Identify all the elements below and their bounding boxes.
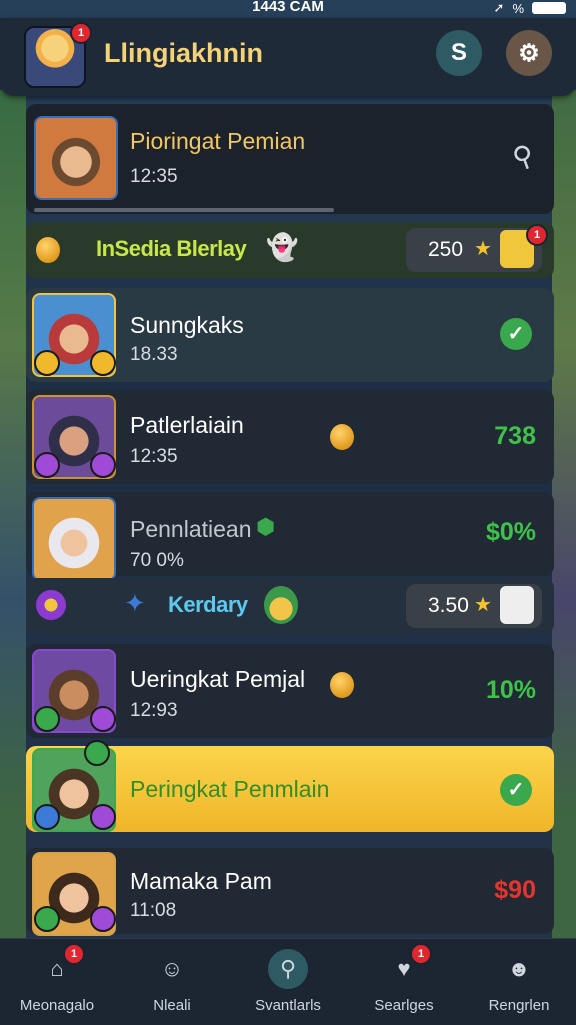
star-icon: ★ (474, 238, 492, 260)
coin-icon (330, 672, 354, 698)
check-icon: ✓ (500, 318, 532, 350)
nav-label: Searlges (374, 997, 434, 1014)
app-header: 1 Llingiakhnin S ⚙ (0, 18, 576, 96)
player-name: Sunngkaks (130, 312, 244, 338)
search-icon[interactable]: ⚲ (508, 137, 539, 175)
player-value: $90 (494, 876, 536, 904)
player-name: Pioringat Pemian (130, 128, 306, 154)
section-banner-2: ✦ Kerdary 3.50 ★ (26, 578, 554, 634)
nav-item-home[interactable]: ⌂ 1 Meonagalo (2, 943, 112, 1014)
ranking-list: Pioringat Pemian 12:35 ⚲ InSedia Blerlay… (24, 100, 556, 938)
star-burst-icon: ✦ (124, 588, 146, 618)
home-icon: ⌂ 1 (37, 943, 85, 989)
character-icon (264, 586, 298, 624)
rank-badge-icon (34, 452, 60, 478)
nav-item-search[interactable]: ⚲ Svantlarls (233, 949, 343, 1014)
section-title-2: Kerdary (168, 592, 248, 617)
heart-icon: ♥ 1 (384, 943, 432, 989)
list-item[interactable]: Pennlatiean 70 0% ⬢ $0% (26, 492, 554, 581)
rank-badge-icon (34, 706, 60, 732)
battery-icon (532, 2, 566, 14)
battery-percent: % (512, 0, 524, 16)
status-time: 1443 CAM (252, 0, 324, 15)
reward-box-icon (500, 586, 534, 624)
settings-button[interactable]: ⚙ (506, 30, 552, 76)
player-value: 738 (494, 422, 536, 450)
player-time: 12:35 (130, 446, 178, 467)
nav-label: Svantlarls (255, 997, 321, 1014)
status-icons: ➚ % (494, 0, 566, 16)
nav-label: Nleali (153, 997, 191, 1014)
medal-icon (36, 590, 66, 620)
background-left-art (0, 90, 26, 940)
player-value: 10% (485, 676, 536, 704)
status-bar: 1443 CAM ➚ % (0, 0, 576, 18)
rank-badge-icon (34, 350, 60, 376)
rank-badge-icon (90, 706, 116, 732)
nav-item-face[interactable]: ☺ Nleali (117, 949, 227, 1014)
face-icon: ☺ (160, 956, 184, 981)
gear-icon: ⚙ (518, 39, 540, 67)
progress-bar (34, 208, 334, 212)
nav-item-profile[interactable]: ☻ Rengrlen (464, 949, 574, 1014)
player-name: Patlerlaiain (130, 412, 244, 438)
player-time: 12:35 (130, 166, 178, 187)
player-name: Mamaka Pam (130, 868, 272, 894)
player-time: 70 0% (130, 550, 184, 571)
nav-badge: 1 (410, 943, 432, 965)
player-name: Pennlatiean (130, 516, 252, 542)
rank-badge-icon (34, 906, 60, 932)
list-item-highlighted[interactable]: Peringkat Penmlain ✓ (26, 740, 554, 832)
player-time: 12:93 (130, 700, 178, 721)
header-title: Llingiakhnin (104, 38, 263, 68)
check-icon: ✓ (500, 774, 532, 806)
player-avatar (34, 116, 118, 200)
player-name: Ueringkat Pemjal (130, 666, 306, 692)
rank-badge-icon (34, 804, 60, 830)
list-item[interactable]: Ueringkat Pemjal 12:93 10% (26, 644, 554, 738)
nav-badge: 1 (63, 943, 85, 965)
rank-badge-icon (90, 350, 116, 376)
player-time: 18.33 (130, 344, 178, 365)
player-avatar (32, 497, 116, 581)
s-button-label: S (450, 39, 467, 66)
search-icon: ⚲ (268, 949, 308, 989)
list-item[interactable]: Patlerlaiain 12:35 738 (26, 390, 554, 484)
rank-badge-icon (90, 906, 116, 932)
header-avatar[interactable]: 1 (24, 22, 92, 88)
close-badge-icon (84, 740, 110, 766)
reward-badge: 1 (526, 224, 548, 246)
rank-badge-icon (90, 804, 116, 830)
rank-badge-icon (90, 452, 116, 478)
coin-icon (36, 237, 60, 263)
location-arrow-icon: ➚ (493, 0, 505, 15)
section-banner-1: InSedia Blerlay 👻 250 ★ 1 (26, 222, 554, 278)
score-pill-1[interactable]: 250 ★ 1 (406, 224, 548, 272)
ghost-icon: 👻 (266, 232, 299, 262)
player-name: Peringkat Penmlain (130, 776, 330, 802)
notification-badge: 1 (70, 22, 92, 44)
nav-label: Meonagalo (19, 997, 95, 1014)
star-icon: ★ (474, 594, 492, 616)
coin-icon (330, 424, 354, 450)
score-value-1: 250 (428, 238, 464, 261)
s-button[interactable]: S (436, 30, 482, 76)
section-title-1: InSedia Blerlay (96, 236, 247, 261)
list-item[interactable]: Mamaka Pam 11:08 $90 (26, 848, 554, 936)
list-item[interactable]: Sunngkaks 18.33 ✓ (26, 288, 554, 382)
top-player-card[interactable]: Pioringat Pemian 12:35 ⚲ (26, 104, 554, 214)
nav-label: Rengrlen (488, 997, 550, 1014)
player-time: 11:08 (130, 900, 177, 921)
gem-icon: ⬢ (256, 514, 276, 539)
nav-item-heart[interactable]: ♥ 1 Searlges (349, 943, 459, 1014)
score-pill-2[interactable]: 3.50 ★ (406, 584, 542, 628)
score-value-2: 3.50 (428, 594, 469, 617)
bottom-navigation: ⌂ 1 Meonagalo ☺ Nleali ⚲ Svantlarls ♥ 1 … (0, 938, 576, 1025)
player-value: $0% (485, 518, 536, 546)
profile-icon: ☻ (507, 956, 531, 981)
